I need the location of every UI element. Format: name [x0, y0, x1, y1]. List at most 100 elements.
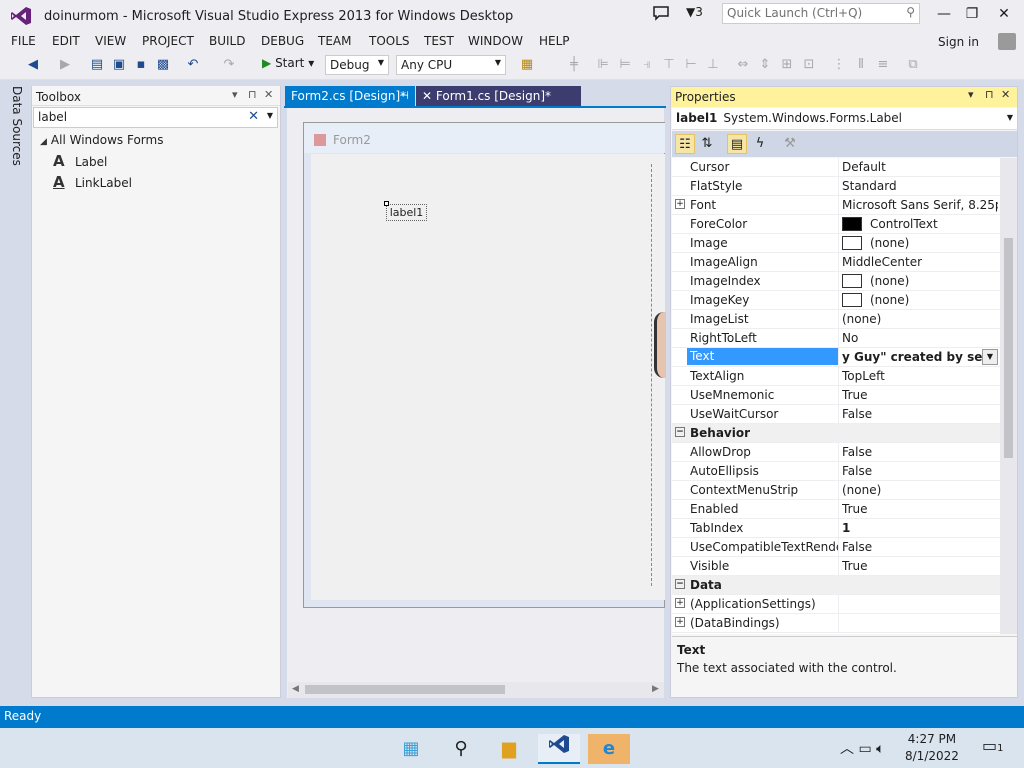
property-row[interactable]: ImageAlign MiddleCenter — [672, 253, 1000, 272]
property-value[interactable]: (none) — [842, 293, 998, 307]
bring-to-front-icon[interactable]: ⧉ — [904, 56, 922, 74]
property-row[interactable]: Text y Guy" created by seth m ▼ — [672, 348, 1000, 367]
network-icon[interactable]: ▭ — [858, 741, 871, 757]
property-value[interactable]: (none) — [842, 483, 998, 497]
close-icon[interactable]: ✕ — [264, 88, 273, 101]
property-value[interactable]: (none) — [842, 236, 998, 250]
open-file-icon[interactable]: ▣ — [110, 56, 128, 74]
clear-search-icon[interactable]: ✕ — [248, 109, 259, 124]
property-value[interactable]: Microsoft Sans Serif, 8.25pt — [842, 198, 998, 212]
menu-project[interactable]: PROJECT — [142, 34, 194, 48]
property-value[interactable]: True — [842, 388, 998, 402]
tab-form1-design[interactable]: ✕ Form1.cs [Design]* — [416, 86, 581, 106]
property-row[interactable]: Enabled True — [672, 500, 1000, 519]
visual-studio-taskbar-icon[interactable] — [538, 734, 580, 764]
events-icon[interactable]: ϟ — [750, 134, 770, 154]
clock[interactable]: 4:27 PM 8/1/2022 — [905, 731, 959, 765]
close-icon[interactable]: ✕ — [1001, 88, 1010, 101]
menu-tools[interactable]: TOOLS — [369, 34, 410, 48]
alphabetical-icon[interactable]: ⇅ — [697, 134, 717, 154]
property-row[interactable]: AutoEllipsis False — [672, 462, 1000, 481]
property-row[interactable]: + Font Microsoft Sans Serif, 8.25pt — [672, 196, 1000, 215]
undo-icon[interactable]: ↶ — [184, 56, 202, 74]
menu-build[interactable]: BUILD — [209, 34, 245, 48]
toolbox-search-input[interactable]: label ✕ ▼ — [33, 107, 278, 128]
property-value[interactable]: TopLeft — [842, 369, 998, 383]
picture-control-edge[interactable] — [654, 312, 666, 378]
navigate-forward-icon[interactable]: ▶ — [56, 56, 74, 74]
align-rights-icon[interactable]: ⫣ — [638, 56, 656, 74]
property-value[interactable]: (none) — [842, 274, 998, 288]
property-row[interactable]: TabIndex 1 — [672, 519, 1000, 538]
object-selector[interactable]: label1 System.Windows.Forms.Label ▼ — [672, 108, 1017, 130]
menu-debug[interactable]: DEBUG — [261, 34, 304, 48]
property-row[interactable]: TextAlign TopLeft — [672, 367, 1000, 386]
volume-icon[interactable]: 🔈︎ — [876, 741, 884, 757]
increase-spacing-icon[interactable]: ⫴ — [852, 56, 870, 74]
property-row[interactable]: UseCompatibleTextRenderin False — [672, 538, 1000, 557]
pin-icon[interactable]: ⊣ — [399, 89, 409, 102]
make-same-size-icon[interactable]: ⊞ — [778, 56, 796, 74]
property-value[interactable]: y Guy" created by seth m — [842, 350, 998, 364]
align-bottoms-icon[interactable]: ⊥ — [704, 56, 722, 74]
configuration-select[interactable]: Debug ▼ — [325, 55, 389, 75]
save-icon[interactable]: ▪ — [132, 56, 150, 74]
close-button[interactable]: ✕ — [992, 4, 1016, 24]
window-position-icon[interactable]: ▾ — [232, 88, 238, 101]
property-row[interactable]: Cursor Default — [672, 158, 1000, 177]
property-row[interactable]: RightToLeft No — [672, 329, 1000, 348]
property-category[interactable]: − Behavior — [672, 424, 1000, 443]
pin-icon[interactable]: ⊓ — [248, 88, 257, 101]
property-value[interactable]: Standard — [842, 179, 998, 193]
maximize-button[interactable]: ❐ — [960, 4, 984, 24]
resize-handle[interactable] — [384, 201, 389, 206]
menu-window[interactable]: WINDOW — [468, 34, 523, 48]
property-row[interactable]: Image (none) — [672, 234, 1000, 253]
chevron-down-icon[interactable]: ▼ — [267, 111, 273, 120]
property-row[interactable]: ForeColor ControlText — [672, 215, 1000, 234]
label1-control[interactable]: label1 — [386, 204, 427, 221]
collapse-icon[interactable]: − — [675, 427, 685, 437]
menu-team[interactable]: TEAM — [318, 34, 351, 48]
platform-select[interactable]: Any CPU ▼ — [396, 55, 506, 75]
new-project-icon[interactable]: ▤ — [88, 56, 106, 74]
sign-in-link[interactable]: Sign in — [938, 35, 979, 49]
property-row[interactable]: UseWaitCursor False — [672, 405, 1000, 424]
menu-help[interactable]: HELP — [539, 34, 570, 48]
property-value[interactable]: True — [842, 502, 998, 516]
property-row[interactable]: ImageIndex (none) — [672, 272, 1000, 291]
dropdown-arrow-icon[interactable]: ▼ — [982, 349, 998, 365]
collapse-icon[interactable]: − — [675, 579, 685, 589]
properties-icon[interactable]: ▤ — [727, 134, 747, 154]
property-value[interactable]: False — [842, 540, 998, 554]
close-icon[interactable]: ✕ — [422, 89, 432, 103]
expand-icon[interactable]: + — [675, 199, 685, 209]
property-pages-icon[interactable]: ⚒ — [780, 134, 800, 154]
menu-file[interactable]: FILE — [11, 34, 36, 48]
find-icon[interactable]: ▦ — [518, 56, 536, 74]
property-row[interactable]: UseMnemonic True — [672, 386, 1000, 405]
property-value[interactable]: False — [842, 464, 998, 478]
property-value[interactable]: Default — [842, 160, 998, 174]
scrollbar-thumb[interactable] — [305, 685, 505, 694]
quick-launch-input[interactable]: Quick Launch (Ctrl+Q) ⚲ — [722, 3, 920, 24]
property-row[interactable]: ImageKey (none) — [672, 291, 1000, 310]
make-same-height-icon[interactable]: ⇕ — [756, 56, 774, 74]
start-debugging-button[interactable]: ▶ Start ▾ — [262, 56, 314, 70]
property-row[interactable]: FlatStyle Standard — [672, 177, 1000, 196]
toolbox-item-linklabel[interactable]: A LinkLabel — [53, 173, 132, 191]
form2-client-area[interactable] — [311, 154, 665, 600]
horizontal-spacing-icon[interactable]: ⋮ — [830, 56, 848, 74]
align-tops-icon[interactable]: ⊤ — [660, 56, 678, 74]
search-icon[interactable]: ⚲ — [440, 734, 482, 764]
property-row[interactable]: ImageList (none) — [672, 310, 1000, 329]
property-value[interactable]: MiddleCenter — [842, 255, 998, 269]
window-position-icon[interactable]: ▾ — [968, 88, 974, 101]
toolbox-group-all-windows-forms[interactable]: ◢ All Windows Forms — [40, 133, 163, 147]
internet-explorer-icon[interactable]: e — [588, 734, 630, 764]
property-value[interactable]: ControlText — [842, 217, 998, 231]
align-middles-icon[interactable]: ⊢ — [682, 56, 700, 74]
notification-center-icon[interactable]: ▭1 — [982, 736, 1008, 760]
property-value[interactable]: True — [842, 559, 998, 573]
property-value[interactable]: False — [842, 407, 998, 421]
